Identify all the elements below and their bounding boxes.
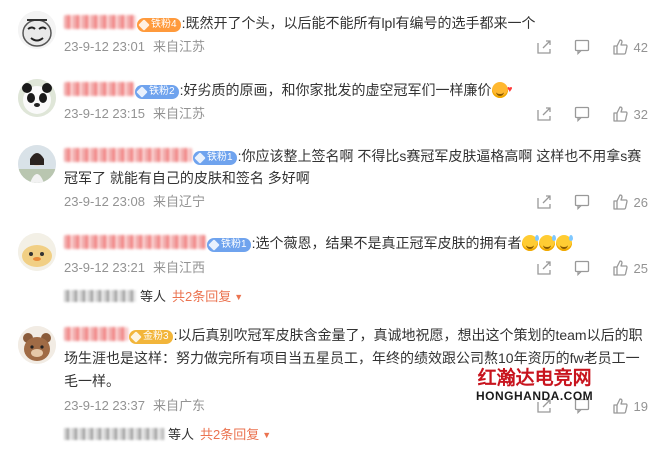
like-count: 25 [633,260,648,276]
comment-meta: 23-9-12 23:21 来自江西 [64,259,205,277]
comment-icon[interactable] [574,194,590,210]
emoji-icon [539,235,557,251]
fan-badge: 铁粉1 [207,238,251,252]
share-icon[interactable] [536,194,552,210]
emoji-icon [492,78,512,100]
comment-text: 铁粉1:你应该整上签名啊 不得比s赛冠军皮肤逼格高啊 这样也不用拿s赛冠军了 就… [64,145,650,189]
comment-icon[interactable] [574,106,590,122]
comment-meta: 23-9-12 23:15 来自江苏 [64,105,205,123]
like-count: 42 [633,39,648,55]
username-blurred[interactable] [64,235,206,249]
view-replies-label: 共2条回复 [200,427,260,442]
comment-body: :既然开了个头，以后能不能所有lpl有编号的选手都来一个 [181,15,536,31]
fan-badge: 铁粉2 [135,85,179,99]
comment-location: 来自江苏 [152,106,205,121]
comment-text: 铁粉4:既然开了个头，以后能不能所有lpl有编号的选手都来一个 [64,12,650,34]
comment-time: 23-9-12 23:15 [64,106,145,121]
comment-actions: 25 [536,259,648,277]
avatar[interactable] [18,79,56,117]
avatar[interactable] [18,11,56,49]
emoji-icon [522,235,540,251]
comment-actions: 32 [536,105,648,123]
caret-down-icon: ▼ [262,430,272,440]
reply-label: 等人 [140,289,167,304]
comment-actions: 26 [536,193,648,211]
username-blurred[interactable] [64,327,128,341]
share-icon[interactable] [536,260,552,276]
fan-badge: 金粉3 [129,330,173,344]
comment-time: 23-9-12 23:01 [64,39,145,54]
comment-text: 铁粉2:好劣质的原画，和你家批发的虚空冠军们一样廉价 [64,78,650,101]
reply-summary: 等人 共2条回复 ▼ [64,288,243,306]
watermark-cn: 红瀚达电竞网 [477,367,592,389]
like-count: 19 [633,398,648,414]
site-watermark: 红瀚达电竞网 HONGHANDA.COM [476,367,593,403]
reply-label: 等人 [168,427,195,442]
comment-time: 23-9-12 23:37 [64,398,145,413]
comment-location: 来自辽宁 [152,194,205,209]
watermark-en: HONGHANDA.COM [476,389,594,403]
comment-meta: 23-9-12 23:01 来自江苏 [64,38,205,56]
fan-badge: 铁粉1 [193,151,237,165]
comment-time: 23-9-12 23:08 [64,194,145,209]
view-replies-label: 共2条回复 [172,289,232,304]
comment-icon[interactable] [574,39,590,55]
comment-actions: 42 [536,38,648,56]
comment-body: :好劣质的原画，和你家批发的虚空冠军们一样廉价 [179,82,492,98]
comment-body: :选个薇恩，结果不是真正冠军皮肤的拥有者 [251,235,522,251]
comment-meta: 23-9-12 23:37 来自广东 [64,397,205,415]
like-icon[interactable] [612,260,628,276]
comment-location: 来自江苏 [152,39,205,54]
reply-summary: 等人 共2条回复 ▼ [64,426,271,444]
like-icon[interactable] [612,398,628,414]
comment-meta: 23-9-12 23:08 来自辽宁 [64,193,205,211]
caret-down-icon: ▼ [234,292,244,302]
share-icon[interactable] [536,39,552,55]
comment-location: 来自广东 [152,398,205,413]
like-icon[interactable] [612,39,628,55]
view-replies-link[interactable]: 共2条回复 ▼ [200,427,271,442]
comment-icon[interactable] [574,260,590,276]
avatar[interactable] [18,326,56,364]
like-icon[interactable] [612,194,628,210]
avatar[interactable] [18,233,56,271]
reply-usernames-blurred[interactable] [64,290,136,302]
view-replies-link[interactable]: 共2条回复 ▼ [172,289,243,304]
reply-usernames-blurred[interactable] [64,428,164,440]
comment-text: 铁粉1:选个薇恩，结果不是真正冠军皮肤的拥有者 [64,232,650,254]
comment-time: 23-9-12 23:21 [64,260,145,275]
like-count: 26 [633,194,648,210]
comment-location: 来自江西 [152,260,205,275]
username-blurred[interactable] [64,148,192,162]
avatar[interactable] [18,145,56,183]
like-count: 32 [633,106,648,122]
username-blurred[interactable] [64,82,134,96]
fan-badge: 铁粉4 [137,18,181,32]
emoji-icon [556,235,574,251]
username-blurred[interactable] [64,15,136,29]
like-icon[interactable] [612,106,628,122]
share-icon[interactable] [536,106,552,122]
